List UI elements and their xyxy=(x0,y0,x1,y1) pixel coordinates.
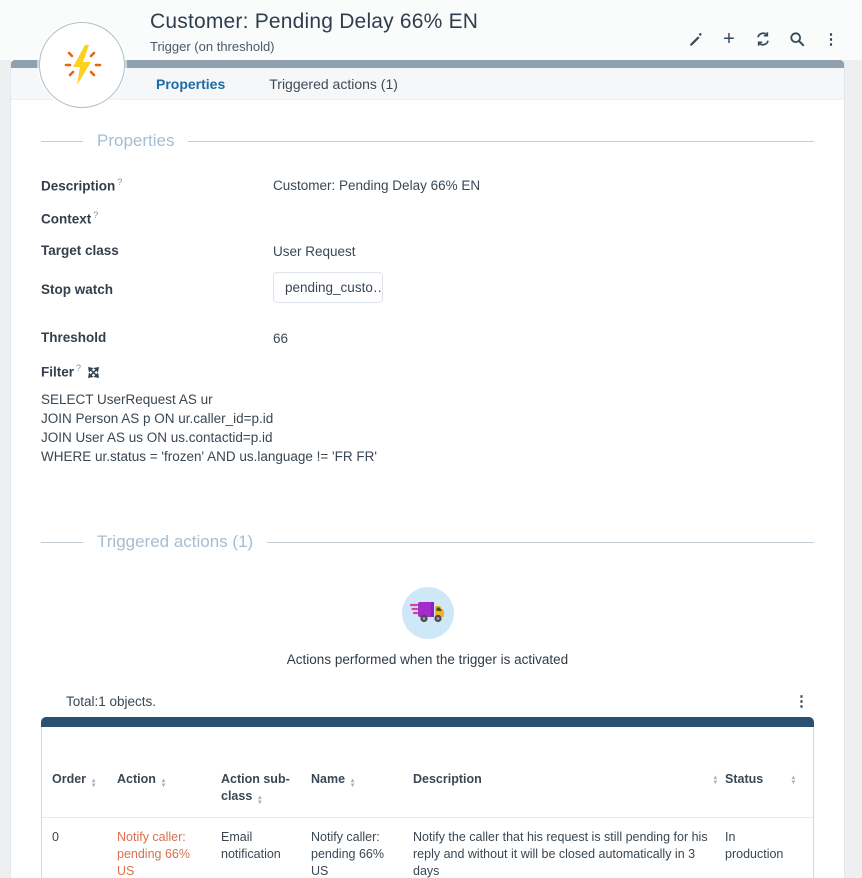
lightning-bolt-icon xyxy=(56,37,108,93)
legend-line xyxy=(188,141,814,142)
table-header-row: Order▴▾ Action▴▾ Action sub-class▴▾ Name… xyxy=(42,771,813,818)
cell-name: Notify caller: pending 66% US xyxy=(311,818,413,878)
column-header-subclass[interactable]: Action sub-class▴▾ xyxy=(221,771,311,817)
column-header-status[interactable]: Status▴▾ xyxy=(725,771,803,817)
table-row[interactable]: 0 Notify caller: pending 66% US Email no… xyxy=(42,818,813,878)
help-icon[interactable]: ? xyxy=(117,177,122,187)
triggered-actions-table: Order▴▾ Action▴▾ Action sub-class▴▾ Name… xyxy=(41,717,814,878)
context-label: Context xyxy=(41,212,91,227)
help-icon[interactable]: ? xyxy=(93,210,98,220)
trigger-avatar xyxy=(39,22,125,108)
tab-properties[interactable]: Properties xyxy=(156,76,225,92)
sort-icon[interactable]: ▴▾ xyxy=(351,778,354,788)
properties-fieldset-legend: Properties xyxy=(41,131,814,151)
oql-line: SELECT UserRequest AS ur xyxy=(41,390,814,409)
oql-line: JOIN Person AS p ON ur.caller_id=p.id xyxy=(41,409,814,428)
oql-filter-query: SELECT UserRequest AS ur JOIN Person AS … xyxy=(41,390,814,466)
cell-subclass: Email notification xyxy=(221,818,311,878)
column-header-description[interactable]: Description▴▾ xyxy=(413,771,725,817)
cell-action-link[interactable]: Notify caller: pending 66% US xyxy=(117,818,221,878)
field-target-class: Target class User Request xyxy=(41,243,814,263)
datatable-toolbar: Total:1 objects. ⋮ xyxy=(41,694,814,709)
new-object-plus-icon[interactable]: + xyxy=(720,30,738,48)
help-icon[interactable]: ? xyxy=(76,363,81,373)
sort-icon[interactable]: ▴▾ xyxy=(92,778,95,788)
oql-line: JOIN User AS us ON us.contactid=p.id xyxy=(41,428,814,447)
page-title: Customer: Pending Delay 66% EN xyxy=(150,10,478,34)
threshold-value: 66 xyxy=(273,330,288,346)
tab-bar: Properties Triggered actions (1) xyxy=(11,68,844,100)
target-class-value: User Request xyxy=(273,243,356,259)
sort-icon[interactable]: ▴▾ xyxy=(162,778,165,788)
object-class-subtitle: Trigger (on threshold) xyxy=(150,39,478,54)
table-header-strip xyxy=(41,717,814,727)
edit-pencil-icon[interactable] xyxy=(686,30,704,48)
stop-watch-label: Stop watch xyxy=(41,276,273,297)
column-header-name[interactable]: Name▴▾ xyxy=(311,771,413,817)
properties-legend-label: Properties xyxy=(97,131,188,151)
triggered-actions-illustration: Actions performed when the trigger is ac… xyxy=(41,587,814,667)
cell-order: 0 xyxy=(52,818,117,878)
refresh-icon[interactable] xyxy=(754,30,772,48)
object-details-panel: Properties Triggered actions (1) Propert… xyxy=(10,60,845,878)
panel-top-bar xyxy=(11,60,844,68)
triggered-actions-legend-label: Triggered actions (1) xyxy=(97,532,267,552)
oql-line: WHERE ur.status = 'frozen' AND us.langua… xyxy=(41,447,814,466)
sort-icon[interactable]: ▴▾ xyxy=(792,775,795,805)
triggered-actions-caption: Actions performed when the trigger is ac… xyxy=(287,652,568,667)
object-toolbar: + ⋮ xyxy=(686,30,840,48)
filter-label: Filter xyxy=(41,365,74,380)
legend-dash xyxy=(41,542,83,543)
field-threshold: Threshold 66 xyxy=(41,330,814,350)
field-description: Description? Customer: Pending Delay 66%… xyxy=(41,177,814,197)
cell-description: Notify the caller that his request is st… xyxy=(413,818,725,878)
description-label: Description xyxy=(41,179,115,194)
field-stop-watch: Stop watch pending_custo… xyxy=(41,276,814,303)
expand-arrows-icon[interactable] xyxy=(88,366,99,381)
sort-icon[interactable]: ▴▾ xyxy=(714,775,717,805)
object-header: Customer: Pending Delay 66% EN Trigger (… xyxy=(0,0,862,60)
description-value: Customer: Pending Delay 66% EN xyxy=(273,177,480,193)
target-class-label: Target class xyxy=(41,243,273,258)
column-header-order[interactable]: Order▴▾ xyxy=(52,771,117,817)
stop-watch-value-box[interactable]: pending_custo… xyxy=(273,272,383,303)
legend-dash xyxy=(41,141,83,142)
total-objects-count: Total:1 objects. xyxy=(66,694,156,709)
column-header-action[interactable]: Action▴▾ xyxy=(117,771,221,817)
field-context: Context? xyxy=(41,210,814,230)
triggered-actions-fieldset-legend: Triggered actions (1) xyxy=(41,532,814,552)
more-actions-kebab-icon[interactable]: ⋮ xyxy=(822,30,840,48)
cell-status: In production xyxy=(725,818,803,878)
search-icon[interactable] xyxy=(788,30,806,48)
tab-triggered-actions[interactable]: Triggered actions (1) xyxy=(269,76,398,92)
field-filter: Filter? xyxy=(41,363,814,383)
threshold-label: Threshold xyxy=(41,330,273,345)
table-actions-kebab-icon[interactable]: ⋮ xyxy=(794,694,809,709)
legend-line xyxy=(267,542,814,543)
sort-icon[interactable]: ▴▾ xyxy=(258,795,261,805)
delivery-truck-icon xyxy=(402,587,454,639)
